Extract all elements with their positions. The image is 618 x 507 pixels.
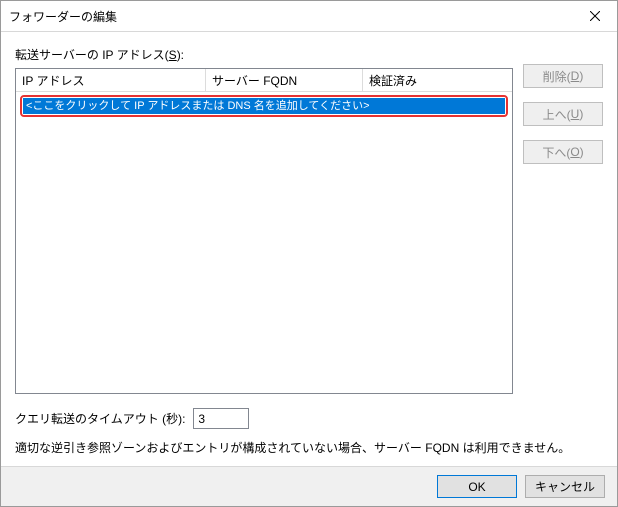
move-down-button[interactable]: 下へ(O) bbox=[523, 140, 603, 164]
window-title: フォワーダーの編集 bbox=[9, 8, 117, 25]
dialog-footer: OK キャンセル bbox=[1, 466, 617, 506]
add-entry-placeholder[interactable]: <ここをクリックして IP アドレスまたは DNS 名を追加してください> bbox=[23, 98, 505, 114]
column-ip-address[interactable]: IP アドレス bbox=[16, 69, 206, 91]
move-up-button[interactable]: 上へ(U) bbox=[523, 102, 603, 126]
reverse-lookup-note: 適切な逆引き参照ゾーンおよびエントリが構成されていない場合、サーバー FQDN … bbox=[15, 439, 603, 456]
column-server-fqdn[interactable]: サーバー FQDN bbox=[206, 69, 363, 91]
timeout-row: クエリ転送のタイムアウト (秒): bbox=[15, 408, 603, 429]
forwarding-servers-label: 転送サーバーの IP アドレス(S): bbox=[15, 46, 513, 63]
delete-button[interactable]: 削除(D) bbox=[523, 64, 603, 88]
close-icon bbox=[590, 11, 600, 21]
dialog-content: 転送サーバーの IP アドレス(S): IP アドレス サーバー FQDN 検証… bbox=[1, 32, 617, 466]
table-header: IP アドレス サーバー FQDN 検証済み bbox=[16, 69, 512, 92]
servers-table: IP アドレス サーバー FQDN 検証済み <ここをクリックして IP アドレ… bbox=[15, 68, 513, 394]
timeout-input[interactable] bbox=[193, 408, 249, 429]
ok-button[interactable]: OK bbox=[437, 475, 517, 498]
cancel-button[interactable]: キャンセル bbox=[525, 475, 605, 498]
dialog-window: フォワーダーの編集 転送サーバーの IP アドレス(S): IP アドレス サー… bbox=[0, 0, 618, 507]
close-button[interactable] bbox=[572, 1, 617, 31]
column-verified[interactable]: 検証済み bbox=[363, 69, 512, 91]
table-body[interactable]: <ここをクリックして IP アドレスまたは DNS 名を追加してください> bbox=[16, 92, 512, 393]
titlebar: フォワーダーの編集 bbox=[1, 1, 617, 32]
timeout-label: クエリ転送のタイムアウト (秒): bbox=[15, 410, 185, 427]
add-entry-highlight: <ここをクリックして IP アドレスまたは DNS 名を追加してください> bbox=[20, 95, 508, 117]
